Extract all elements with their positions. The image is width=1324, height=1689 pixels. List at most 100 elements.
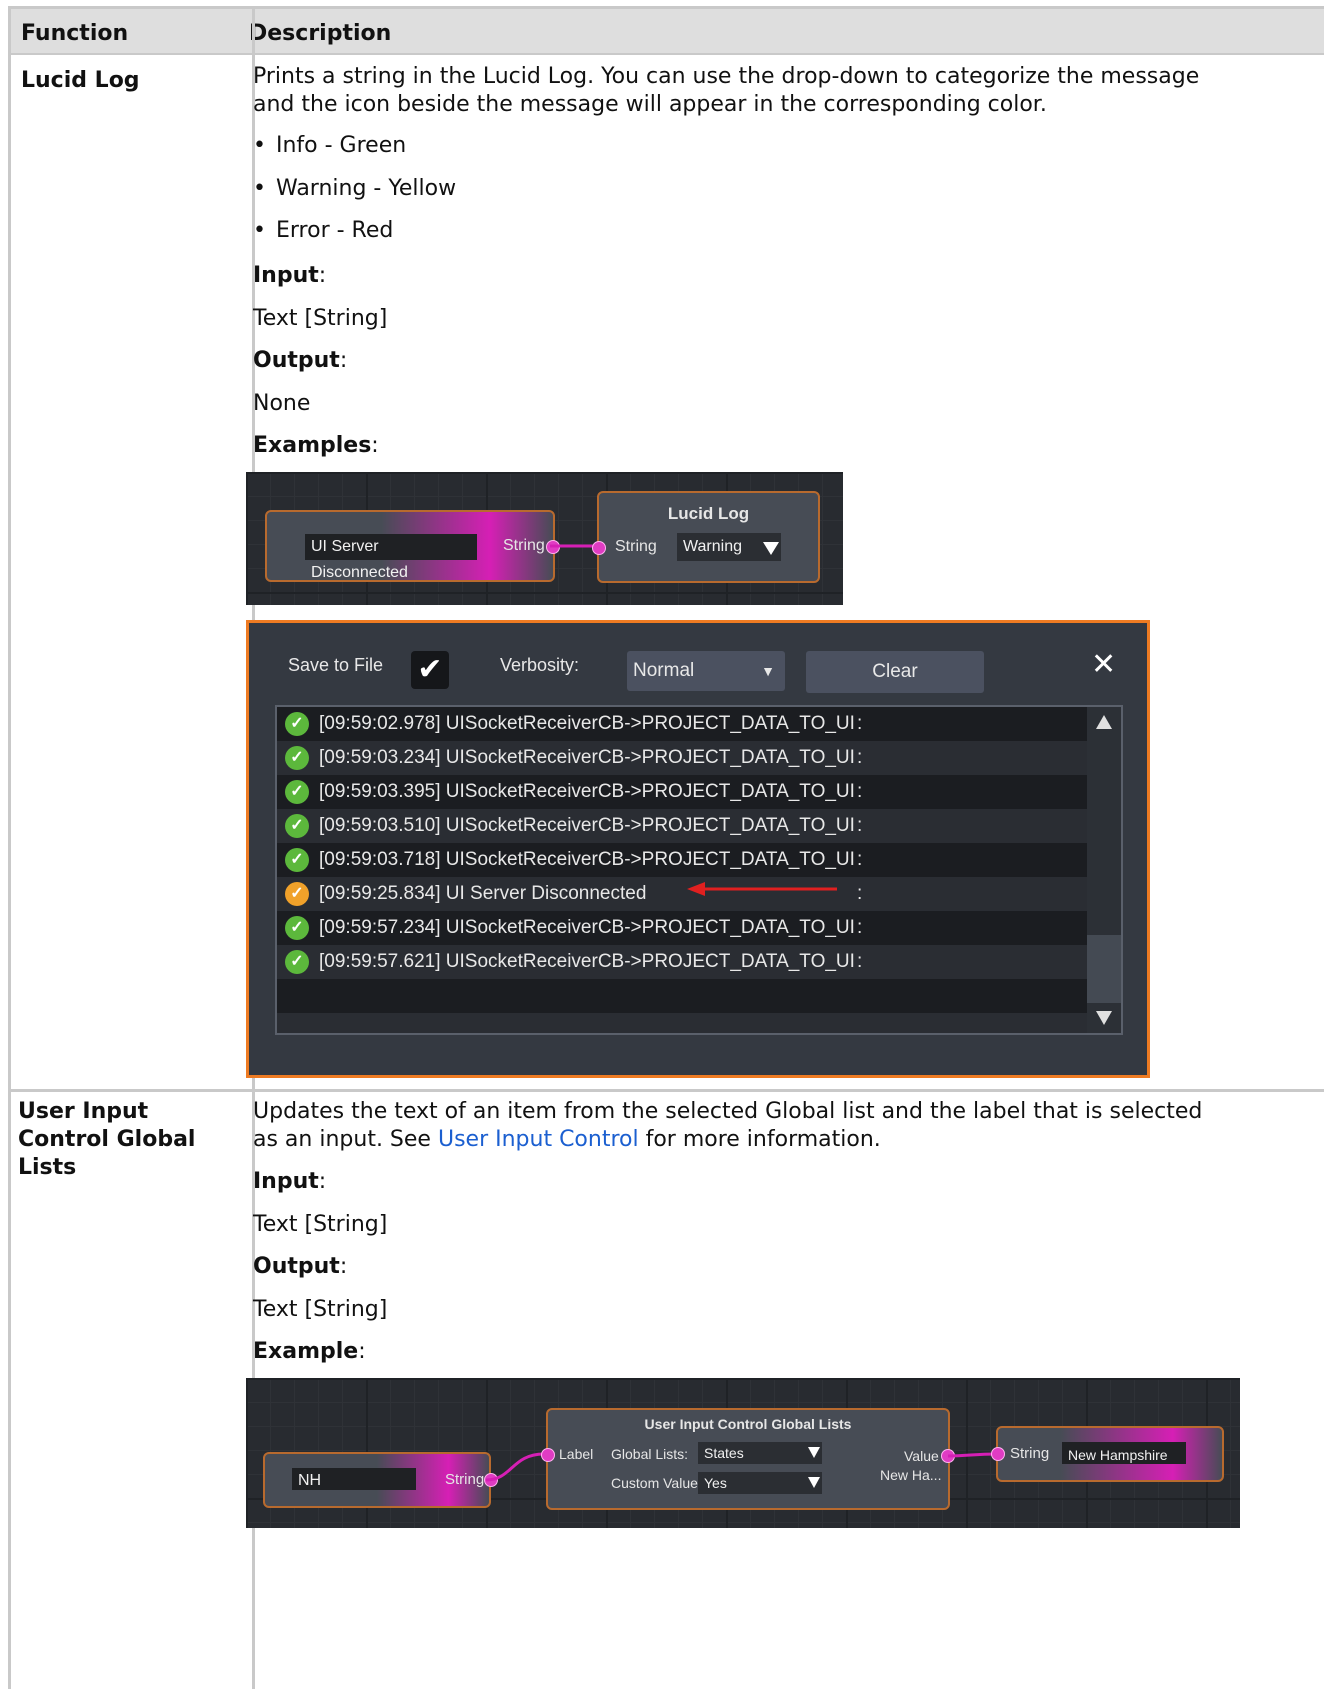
info-check-icon: ✓ bbox=[285, 950, 309, 974]
lucid-log-node[interactable]: Lucid Log String Warning bbox=[592, 491, 820, 583]
info-check-icon: ✓ bbox=[285, 916, 309, 940]
source-text-field[interactable]: UI Server Disconnected bbox=[305, 534, 477, 581]
save-to-file-checkbox[interactable]: ✔ bbox=[411, 651, 449, 689]
description-text: and the icon beside the message will app… bbox=[253, 92, 1047, 117]
log-entry[interactable]: ✓ [09:59:03.234] UISocketReceiverCB->PROJ… bbox=[277, 741, 1089, 775]
log-suffix: : bbox=[857, 849, 863, 870]
output-heading: Output: bbox=[253, 348, 348, 373]
scrollbar[interactable] bbox=[1087, 707, 1121, 1033]
port-label: String bbox=[1010, 1445, 1050, 1462]
input-heading: Input: bbox=[253, 263, 327, 288]
string-source-node[interactable]: NH String bbox=[263, 1452, 498, 1508]
info-check-icon: ✓ bbox=[285, 814, 309, 838]
input-value: Text [String] bbox=[253, 1212, 388, 1237]
source-text-field[interactable]: NH bbox=[292, 1468, 416, 1490]
table-header: Function Description bbox=[11, 9, 1324, 55]
scrollbar-thumb[interactable] bbox=[1087, 935, 1121, 1003]
user-input-control-link[interactable]: User Input Control bbox=[438, 1127, 639, 1152]
log-message: [09:59:03.234] UISocketReceiverCB->PROJE… bbox=[319, 747, 855, 768]
examples-heading: Examples: bbox=[253, 433, 379, 458]
log-entry[interactable]: ✓ [09:59:02.978] UISocketReceiverCB->PROJ… bbox=[277, 707, 1089, 741]
warning-check-icon: ✓ bbox=[285, 882, 309, 906]
clear-button[interactable]: Clear bbox=[806, 651, 984, 693]
info-check-icon: ✓ bbox=[285, 780, 309, 804]
port-label: String bbox=[445, 1471, 485, 1488]
custom-value-label: Custom Value bbox=[611, 1475, 698, 1491]
info-check-icon: ✓ bbox=[285, 712, 309, 736]
output-value: Text [String] bbox=[253, 1297, 388, 1322]
chevron-down-icon[interactable] bbox=[763, 542, 779, 555]
node-title: Lucid Log bbox=[667, 504, 750, 523]
string-target-node[interactable]: String New Hampshire bbox=[991, 1426, 1224, 1482]
verbosity-label: Verbosity: bbox=[500, 655, 580, 675]
node-graph-example: UI Server Disconnected String Lucid Log … bbox=[246, 472, 843, 605]
list-item bbox=[277, 979, 1089, 1013]
input-heading: Input: bbox=[253, 1169, 327, 1194]
log-suffix: : bbox=[857, 781, 863, 802]
log-suffix: : bbox=[857, 883, 863, 904]
arrow-icon bbox=[687, 882, 837, 896]
info-check-icon: ✓ bbox=[285, 746, 309, 770]
scroll-up-icon[interactable] bbox=[1096, 715, 1112, 729]
input-value: Text [String] bbox=[253, 306, 388, 331]
row-separator bbox=[11, 1089, 1324, 1092]
log-entry[interactable]: ✓ [09:59:57.234] UISocketReceiverCB->PROJ… bbox=[277, 911, 1089, 945]
input-port[interactable] bbox=[541, 1448, 555, 1462]
chevron-down-icon[interactable] bbox=[808, 1447, 820, 1458]
log-message: [09:59:25.834] UI Server Disconnected bbox=[319, 883, 647, 904]
output-value: None bbox=[253, 391, 311, 416]
log-message: [09:59:57.234] UISocketReceiverCB->PROJE… bbox=[319, 917, 855, 938]
input-port[interactable] bbox=[592, 541, 606, 555]
log-suffix: : bbox=[857, 815, 863, 836]
list-item: Error - Red bbox=[253, 218, 393, 243]
header-description: Description bbox=[249, 21, 392, 46]
function-name: User Input Control Global Lists bbox=[18, 1099, 196, 1180]
scroll-down-icon[interactable] bbox=[1096, 1011, 1112, 1025]
list-item: Info - Green bbox=[253, 133, 406, 158]
port-label: Label bbox=[559, 1446, 594, 1462]
log-suffix: : bbox=[857, 917, 863, 938]
port-label: Value bbox=[904, 1448, 939, 1464]
header-function: Function bbox=[21, 21, 129, 46]
description-text: Prints a string in the Lucid Log. You ca… bbox=[253, 64, 1200, 89]
target-text-field[interactable]: New Hampshire bbox=[1062, 1442, 1186, 1464]
port-label: String bbox=[503, 537, 545, 554]
string-source-node[interactable]: UI Server Disconnected String bbox=[265, 510, 560, 582]
verbosity-select[interactable]: Normal ▼ bbox=[627, 651, 785, 691]
info-check-icon: ✓ bbox=[285, 848, 309, 872]
log-suffix: : bbox=[857, 951, 863, 972]
log-entry[interactable]: ✓ [09:59:03.510] UISocketReceiverCB->PROJ… bbox=[277, 809, 1089, 843]
list-item bbox=[277, 1013, 1089, 1033]
input-port[interactable] bbox=[991, 1447, 1005, 1461]
log-message: [09:59:02.978] UISocketReceiverCB->PROJE… bbox=[319, 713, 855, 734]
log-entry[interactable]: ✓ [09:59:57.621] UISocketReceiverCB->PROJ… bbox=[277, 945, 1089, 979]
lucid-log-window: Save to File ✔ Verbosity: Normal ▼ Clear… bbox=[246, 620, 1150, 1078]
log-message: [09:59:03.718] UISocketReceiverCB->PROJE… bbox=[319, 849, 855, 870]
port-label: String bbox=[615, 538, 657, 555]
description-text: as an input. See User Input Control for … bbox=[253, 1127, 881, 1152]
description-text: Updates the text of an item from the sel… bbox=[253, 1099, 1203, 1124]
log-list[interactable]: ✓ [09:59:02.978] UISocketReceiverCB->PROJ… bbox=[275, 705, 1123, 1035]
node-graph-example: NH String User Input Control Global List… bbox=[246, 1378, 1240, 1528]
log-entry[interactable]: ✓ [09:59:03.718] UISocketReceiverCB->PROJ… bbox=[277, 843, 1089, 877]
value-preview: New Ha... bbox=[880, 1467, 942, 1483]
list-item: Warning - Yellow bbox=[253, 176, 456, 201]
node-title: User Input Control Global Lists bbox=[644, 1416, 852, 1432]
log-message: [09:59:03.395] UISocketReceiverCB->PROJE… bbox=[319, 781, 855, 802]
function-name: Lucid Log bbox=[21, 68, 140, 93]
close-icon[interactable]: ✕ bbox=[1091, 647, 1116, 682]
global-lists-dropdown[interactable]: States bbox=[698, 1442, 822, 1464]
log-entry[interactable]: ✓ [09:59:03.395] UISocketReceiverCB->PROJ… bbox=[277, 775, 1089, 809]
chevron-down-icon[interactable] bbox=[808, 1477, 820, 1488]
save-to-file-label: Save to File bbox=[288, 655, 384, 675]
log-entry[interactable]: ✓ [09:59:25.834] UI Server Disconnected: bbox=[277, 877, 1089, 911]
user-input-control-global-lists-node[interactable]: User Input Control Global Lists Label Gl… bbox=[541, 1408, 955, 1510]
log-suffix: : bbox=[857, 713, 863, 734]
custom-value-dropdown[interactable]: Yes bbox=[698, 1472, 822, 1494]
global-lists-label: Global Lists: bbox=[611, 1446, 689, 1462]
example-heading: Example: bbox=[253, 1339, 366, 1364]
log-suffix: : bbox=[857, 747, 863, 768]
output-heading: Output: bbox=[253, 1254, 348, 1279]
log-message: [09:59:57.621] UISocketReceiverCB->PROJE… bbox=[319, 951, 855, 972]
chevron-down-icon: ▼ bbox=[761, 663, 775, 679]
